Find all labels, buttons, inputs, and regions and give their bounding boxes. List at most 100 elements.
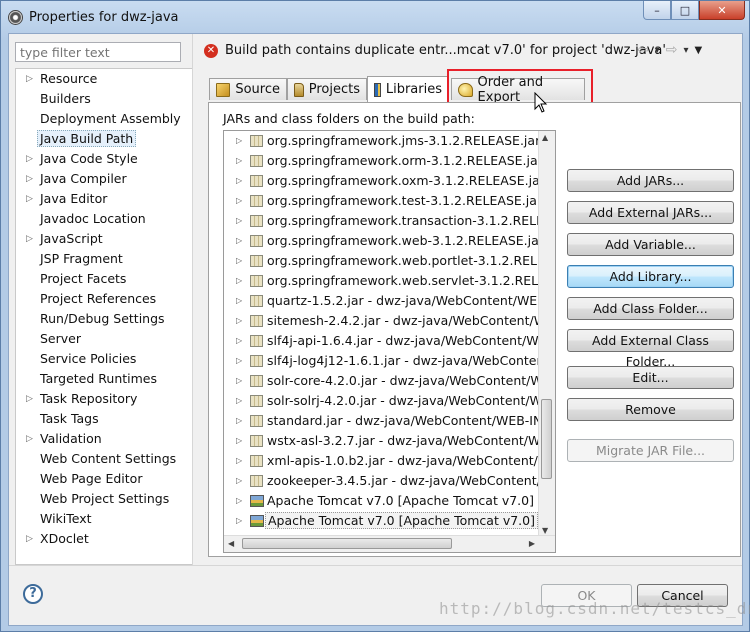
library-entry[interactable]: ▷ solr-solrj-4.2.0.jar - dwz-java/WebCont… xyxy=(224,391,555,411)
nav-item[interactable]: Server xyxy=(16,329,192,349)
nav-item[interactable]: ▷ Task Repository xyxy=(16,389,192,409)
expand-arrow-icon[interactable]: ▷ xyxy=(236,451,242,471)
libraries-tree[interactable]: ▷ org.springframework.jms-3.1.2.RELEASE.j… xyxy=(223,130,556,553)
nav-item[interactable]: Task Tags xyxy=(16,409,192,429)
library-action-button[interactable]: Remove xyxy=(567,398,734,421)
expand-arrow-icon[interactable]: ▷ xyxy=(236,431,242,451)
expand-arrow-icon[interactable]: ▷ xyxy=(236,471,242,491)
nav-item[interactable]: ▷ Resource xyxy=(16,69,192,89)
library-entry[interactable]: ▷ Apache Tomcat v7.0 [Apache Tomcat v7.0] xyxy=(224,511,555,531)
expand-arrow-icon[interactable]: ▷ xyxy=(26,69,33,89)
pane-splitter[interactable] xyxy=(192,34,193,565)
expand-arrow-icon[interactable]: ▷ xyxy=(236,391,242,411)
library-action-button[interactable]: Edit... xyxy=(567,366,734,389)
expand-arrow-icon[interactable]: ▷ xyxy=(236,271,242,291)
expand-arrow-icon[interactable]: ▷ xyxy=(236,211,242,231)
nav-item[interactable]: Builders xyxy=(16,89,192,109)
nav-item[interactable]: Web Project Settings xyxy=(16,489,192,509)
library-entry[interactable]: ▷ org.springframework.oxm-3.1.2.RELEASE.j… xyxy=(224,171,555,191)
title-bar[interactable]: Properties for dwz-java – □ ✕ xyxy=(1,1,749,33)
expand-arrow-icon[interactable]: ▷ xyxy=(26,529,33,549)
expand-arrow-icon[interactable]: ▷ xyxy=(236,191,242,211)
library-entry[interactable]: ▷ wstx-asl-3.2.7.jar - dwz-java/WebConten… xyxy=(224,431,555,451)
nav-item[interactable]: Web Content Settings xyxy=(16,449,192,469)
close-button[interactable]: ✕ xyxy=(699,1,745,20)
scroll-up-icon[interactable]: ▲ xyxy=(542,133,548,142)
nav-item[interactable]: Service Policies xyxy=(16,349,192,369)
expand-arrow-icon[interactable]: ▷ xyxy=(26,169,33,189)
nav-item[interactable]: ▷ Java Code Style xyxy=(16,149,192,169)
nav-item[interactable]: ▷ Java Compiler xyxy=(16,169,192,189)
scroll-left-icon[interactable]: ◀ xyxy=(228,539,234,548)
library-entry[interactable]: ▷ standard.jar - dwz-java/WebContent/WEB-… xyxy=(224,411,555,431)
library-entry[interactable]: ▷ Apache Tomcat v7.0 [Apache Tomcat v7.0] xyxy=(224,491,555,511)
help-icon[interactable]: ? xyxy=(23,584,43,604)
minimize-button[interactable]: – xyxy=(643,1,671,20)
expand-arrow-icon[interactable]: ▷ xyxy=(26,229,33,249)
library-action-button[interactable]: Add External Class Folder... xyxy=(567,329,734,369)
nav-item[interactable]: ▷ Java Editor xyxy=(16,189,192,209)
expand-arrow-icon[interactable]: ▷ xyxy=(236,231,242,251)
expand-arrow-icon[interactable]: ▷ xyxy=(236,351,242,371)
expand-arrow-icon[interactable]: ▷ xyxy=(236,251,242,271)
library-entry[interactable]: ▷ org.springframework.web.servlet-3.1.2.R… xyxy=(224,271,555,291)
nav-item[interactable]: ▷ Validation xyxy=(16,429,192,449)
expand-arrow-icon[interactable]: ▷ xyxy=(26,429,33,449)
library-entry[interactable]: ▷ solr-core-4.2.0.jar - dwz-java/WebConte… xyxy=(224,371,555,391)
library-entry[interactable]: ▷ org.springframework.test-3.1.2.RELEASE.… xyxy=(224,191,555,211)
tab-source[interactable]: Source xyxy=(209,78,287,100)
library-entry[interactable]: ▷ org.springframework.orm-3.1.2.RELEASE.j… xyxy=(224,151,555,171)
expand-arrow-icon[interactable]: ▷ xyxy=(236,291,242,311)
vertical-scroll-thumb[interactable] xyxy=(541,399,552,479)
expand-arrow-icon[interactable]: ▷ xyxy=(26,149,33,169)
library-entry[interactable]: ▷ quartz-1.5.2.jar - dwz-java/WebContent/… xyxy=(224,291,555,311)
maximize-button[interactable]: □ xyxy=(671,1,699,20)
library-entry[interactable]: ▷ sitemesh-2.4.2.jar - dwz-java/WebConten… xyxy=(224,311,555,331)
vertical-scrollbar[interactable]: ▲ ▼ xyxy=(538,131,555,537)
expand-arrow-icon[interactable]: ▷ xyxy=(236,511,242,531)
nav-item[interactable]: Java Build Path xyxy=(16,129,192,149)
scroll-right-icon[interactable]: ▶ xyxy=(529,539,535,548)
expand-arrow-icon[interactable]: ▷ xyxy=(26,189,33,209)
tab-libraries[interactable]: Libraries xyxy=(367,76,449,102)
back-dropdown-icon[interactable]: ▾ xyxy=(655,45,660,58)
expand-arrow-icon[interactable]: ▷ xyxy=(236,491,242,511)
library-action-button[interactable]: Add External JARs... xyxy=(567,201,734,224)
scroll-down-icon[interactable]: ▼ xyxy=(542,526,548,535)
library-action-button[interactable]: Add Variable... xyxy=(567,233,734,256)
library-entry[interactable]: ▷ xml-apis-1.0.b2.jar - dwz-java/WebConte… xyxy=(224,451,555,471)
expand-arrow-icon[interactable]: ▷ xyxy=(236,151,242,171)
expand-arrow-icon[interactable]: ▷ xyxy=(236,131,242,151)
library-entry[interactable]: ▷ org.springframework.web.portlet-3.1.2.R… xyxy=(224,251,555,271)
nav-item[interactable]: Project References xyxy=(16,289,192,309)
library-entry[interactable]: ▷ org.springframework.transaction-3.1.2.R… xyxy=(224,211,555,231)
library-entry[interactable]: ▷ slf4j-log4j12-1.6.1.jar - dwz-java/WebC… xyxy=(224,351,555,371)
expand-arrow-icon[interactable]: ▷ xyxy=(236,371,242,391)
library-entry[interactable]: ▷ org.springframework.jms-3.1.2.RELEASE.j… xyxy=(224,131,555,151)
filter-input[interactable] xyxy=(15,42,181,62)
expand-arrow-icon[interactable]: ▷ xyxy=(26,389,33,409)
library-action-button[interactable]: Add JARs... xyxy=(567,169,734,192)
nav-item[interactable]: ▷ JavaScript xyxy=(16,229,192,249)
expand-arrow-icon[interactable]: ▷ xyxy=(236,411,242,431)
library-entry[interactable]: ▷ slf4j-api-1.6.4.jar - dwz-java/WebConte… xyxy=(224,331,555,351)
forward-arrow-icon[interactable]: ⇨ xyxy=(666,42,678,58)
library-entry[interactable]: ▷ zookeeper-3.4.5.jar - dwz-java/WebConte… xyxy=(224,471,555,491)
nav-item[interactable]: Web Page Editor xyxy=(16,469,192,489)
nav-item[interactable]: JSP Fragment xyxy=(16,249,192,269)
horizontal-scroll-thumb[interactable] xyxy=(242,538,452,549)
nav-item[interactable]: WikiText xyxy=(16,509,192,529)
horizontal-scrollbar[interactable]: ◀ ▶ xyxy=(224,535,555,552)
expand-arrow-icon[interactable]: ▷ xyxy=(236,171,242,191)
forward-dropdown-icon[interactable]: ▾ xyxy=(684,45,689,58)
nav-item[interactable]: ▷ XDoclet xyxy=(16,529,192,549)
back-arrow-icon[interactable]: ⇦ xyxy=(637,42,649,58)
nav-item[interactable]: Project Facets xyxy=(16,269,192,289)
nav-item[interactable]: Targeted Runtimes xyxy=(16,369,192,389)
nav-item[interactable]: Deployment Assembly xyxy=(16,109,192,129)
library-entry[interactable]: ▷ org.springframework.web-3.1.2.RELEASE.j… xyxy=(224,231,555,251)
tab-projects[interactable]: Projects xyxy=(287,78,367,100)
nav-item[interactable]: Run/Debug Settings xyxy=(16,309,192,329)
library-action-button[interactable]: Migrate JAR File... xyxy=(567,439,734,462)
library-action-button[interactable]: Add Class Folder... xyxy=(567,297,734,320)
